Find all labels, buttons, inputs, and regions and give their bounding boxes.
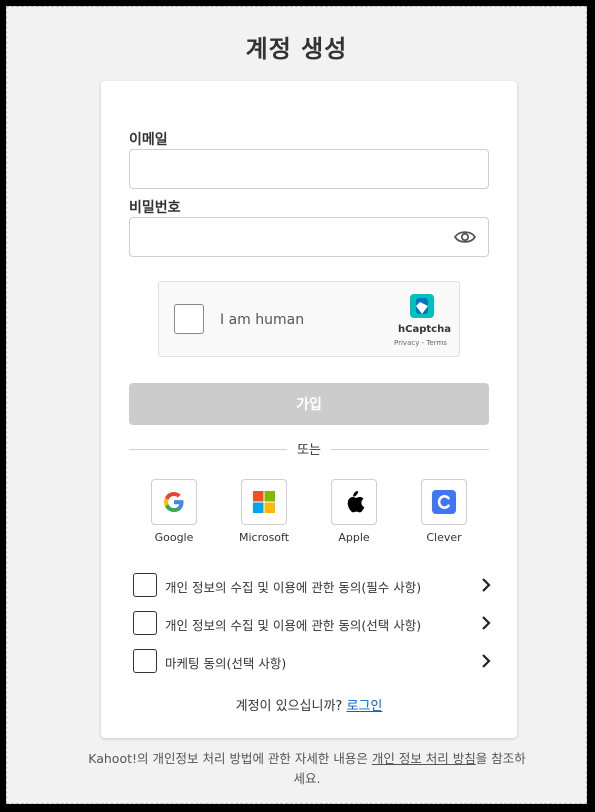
google-icon: [164, 492, 184, 512]
clever-button-box[interactable]: [421, 479, 467, 525]
chevron-right-icon[interactable]: [481, 653, 491, 669]
email-label: 이메일: [129, 132, 168, 148]
eye-icon[interactable]: [454, 229, 476, 245]
email-field[interactable]: [129, 149, 489, 189]
privacy-policy-link[interactable]: 개인 정보 처리 방침: [372, 751, 476, 766]
captcha-links[interactable]: Privacy - Terms: [394, 339, 447, 347]
google-label: Google: [154, 531, 194, 544]
apple-icon: [347, 491, 365, 513]
clever-label: Clever: [426, 531, 462, 544]
consent-optional[interactable]: 개인 정보의 수집 및 이용에 관한 동의(선택 사항): [133, 611, 491, 637]
chevron-right-icon[interactable]: [481, 615, 491, 631]
consent-required-checkbox[interactable]: [133, 573, 157, 597]
microsoft-login-button[interactable]: Microsoft: [224, 479, 304, 544]
login-link[interactable]: 로그인: [346, 699, 382, 714]
consent-optional-checkbox[interactable]: [133, 611, 157, 635]
signup-button[interactable]: 가입: [129, 383, 489, 425]
page-frame: 계정 생성 이메일 비밀번호 I am human hCaptcha Priva…: [6, 6, 587, 804]
hcaptcha-widget: I am human hCaptcha Privacy - Terms: [158, 281, 460, 357]
microsoft-label: Microsoft: [238, 531, 290, 544]
microsoft-button-box[interactable]: [241, 479, 287, 525]
apple-label: Apple: [338, 531, 370, 544]
hcaptcha-logo-icon: [410, 294, 434, 318]
clever-icon: [432, 490, 456, 514]
captcha-label: I am human: [220, 312, 305, 328]
clever-login-button[interactable]: Clever: [404, 479, 484, 544]
page-title: 계정 생성: [245, 35, 348, 63]
password-label: 비밀번호: [129, 200, 181, 216]
password-field[interactable]: [129, 217, 489, 257]
consent-marketing[interactable]: 마케팅 동의(선택 사항): [133, 649, 491, 675]
consent-marketing-checkbox[interactable]: [133, 649, 157, 673]
login-prompt: 계정이 있으십니까?: [235, 699, 343, 714]
captcha-brand: hCaptcha: [398, 324, 451, 335]
chevron-right-icon[interactable]: [481, 577, 491, 593]
consent-optional-label: 개인 정보의 수집 및 이용에 관한 동의(선택 사항): [165, 618, 422, 633]
apple-login-button[interactable]: Apple: [314, 479, 394, 544]
captcha-checkbox[interactable]: [174, 304, 204, 334]
signup-card: 이메일 비밀번호 I am human hCaptcha Privacy - T…: [101, 81, 517, 738]
footer-text-before: Kahoot!의 개인정보 처리 방법에 관한 자세한 내용은: [88, 751, 372, 766]
divider-label: 또는: [101, 439, 517, 458]
google-login-button[interactable]: Google: [134, 479, 214, 544]
login-prompt-line: 계정이 있으십니까? 로그인: [101, 695, 517, 714]
privacy-footer: Kahoot!의 개인정보 처리 방법에 관한 자세한 내용은 개인 정보 처리…: [87, 749, 527, 789]
consent-required-label: 개인 정보의 수집 및 이용에 관한 동의(필수 사항): [165, 580, 422, 595]
microsoft-icon: [253, 491, 275, 513]
apple-button-box[interactable]: [331, 479, 377, 525]
consent-marketing-label: 마케팅 동의(선택 사항): [165, 656, 287, 671]
consent-required[interactable]: 개인 정보의 수집 및 이용에 관한 동의(필수 사항): [133, 573, 491, 599]
google-button-box[interactable]: [151, 479, 197, 525]
